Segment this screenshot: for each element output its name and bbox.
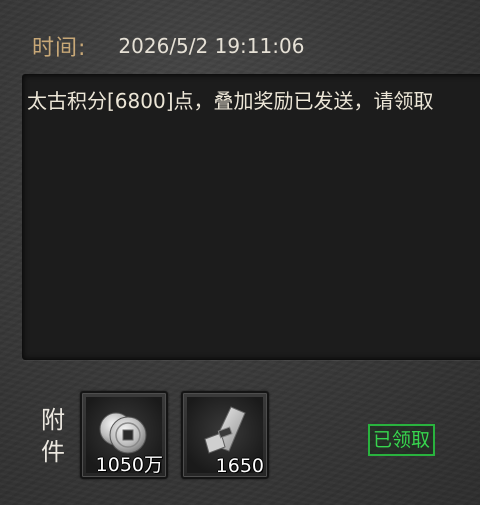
time-label: 时间: [32, 36, 87, 61]
claimed-status-badge: 已领取 [368, 424, 436, 456]
mail-time-row: 时间: 2026/5/2 19:11:06 [32, 30, 304, 62]
attachments-label-char-2: 件 [41, 438, 65, 466]
attachment-slot-coins[interactable]: 1050万 [80, 391, 168, 479]
attachment-count-coins: 1050万 [95, 454, 163, 476]
mail-content-box[interactable]: 太古积分[6800]点，叠加奖励已发送，请领取 [22, 74, 480, 360]
attachments-label: 附 件 [38, 404, 68, 468]
attachment-slot-scroll[interactable]: 1650 [181, 391, 269, 479]
silver-scroll-icon [204, 406, 246, 454]
time-value: 2026/5/2 19:11:06 [118, 34, 305, 58]
mail-message-text: 太古积分[6800]点，叠加奖励已发送，请领取 [27, 89, 434, 113]
attachments-label-char-1: 附 [41, 406, 65, 434]
attachment-count-scroll: 1650 [215, 455, 264, 477]
